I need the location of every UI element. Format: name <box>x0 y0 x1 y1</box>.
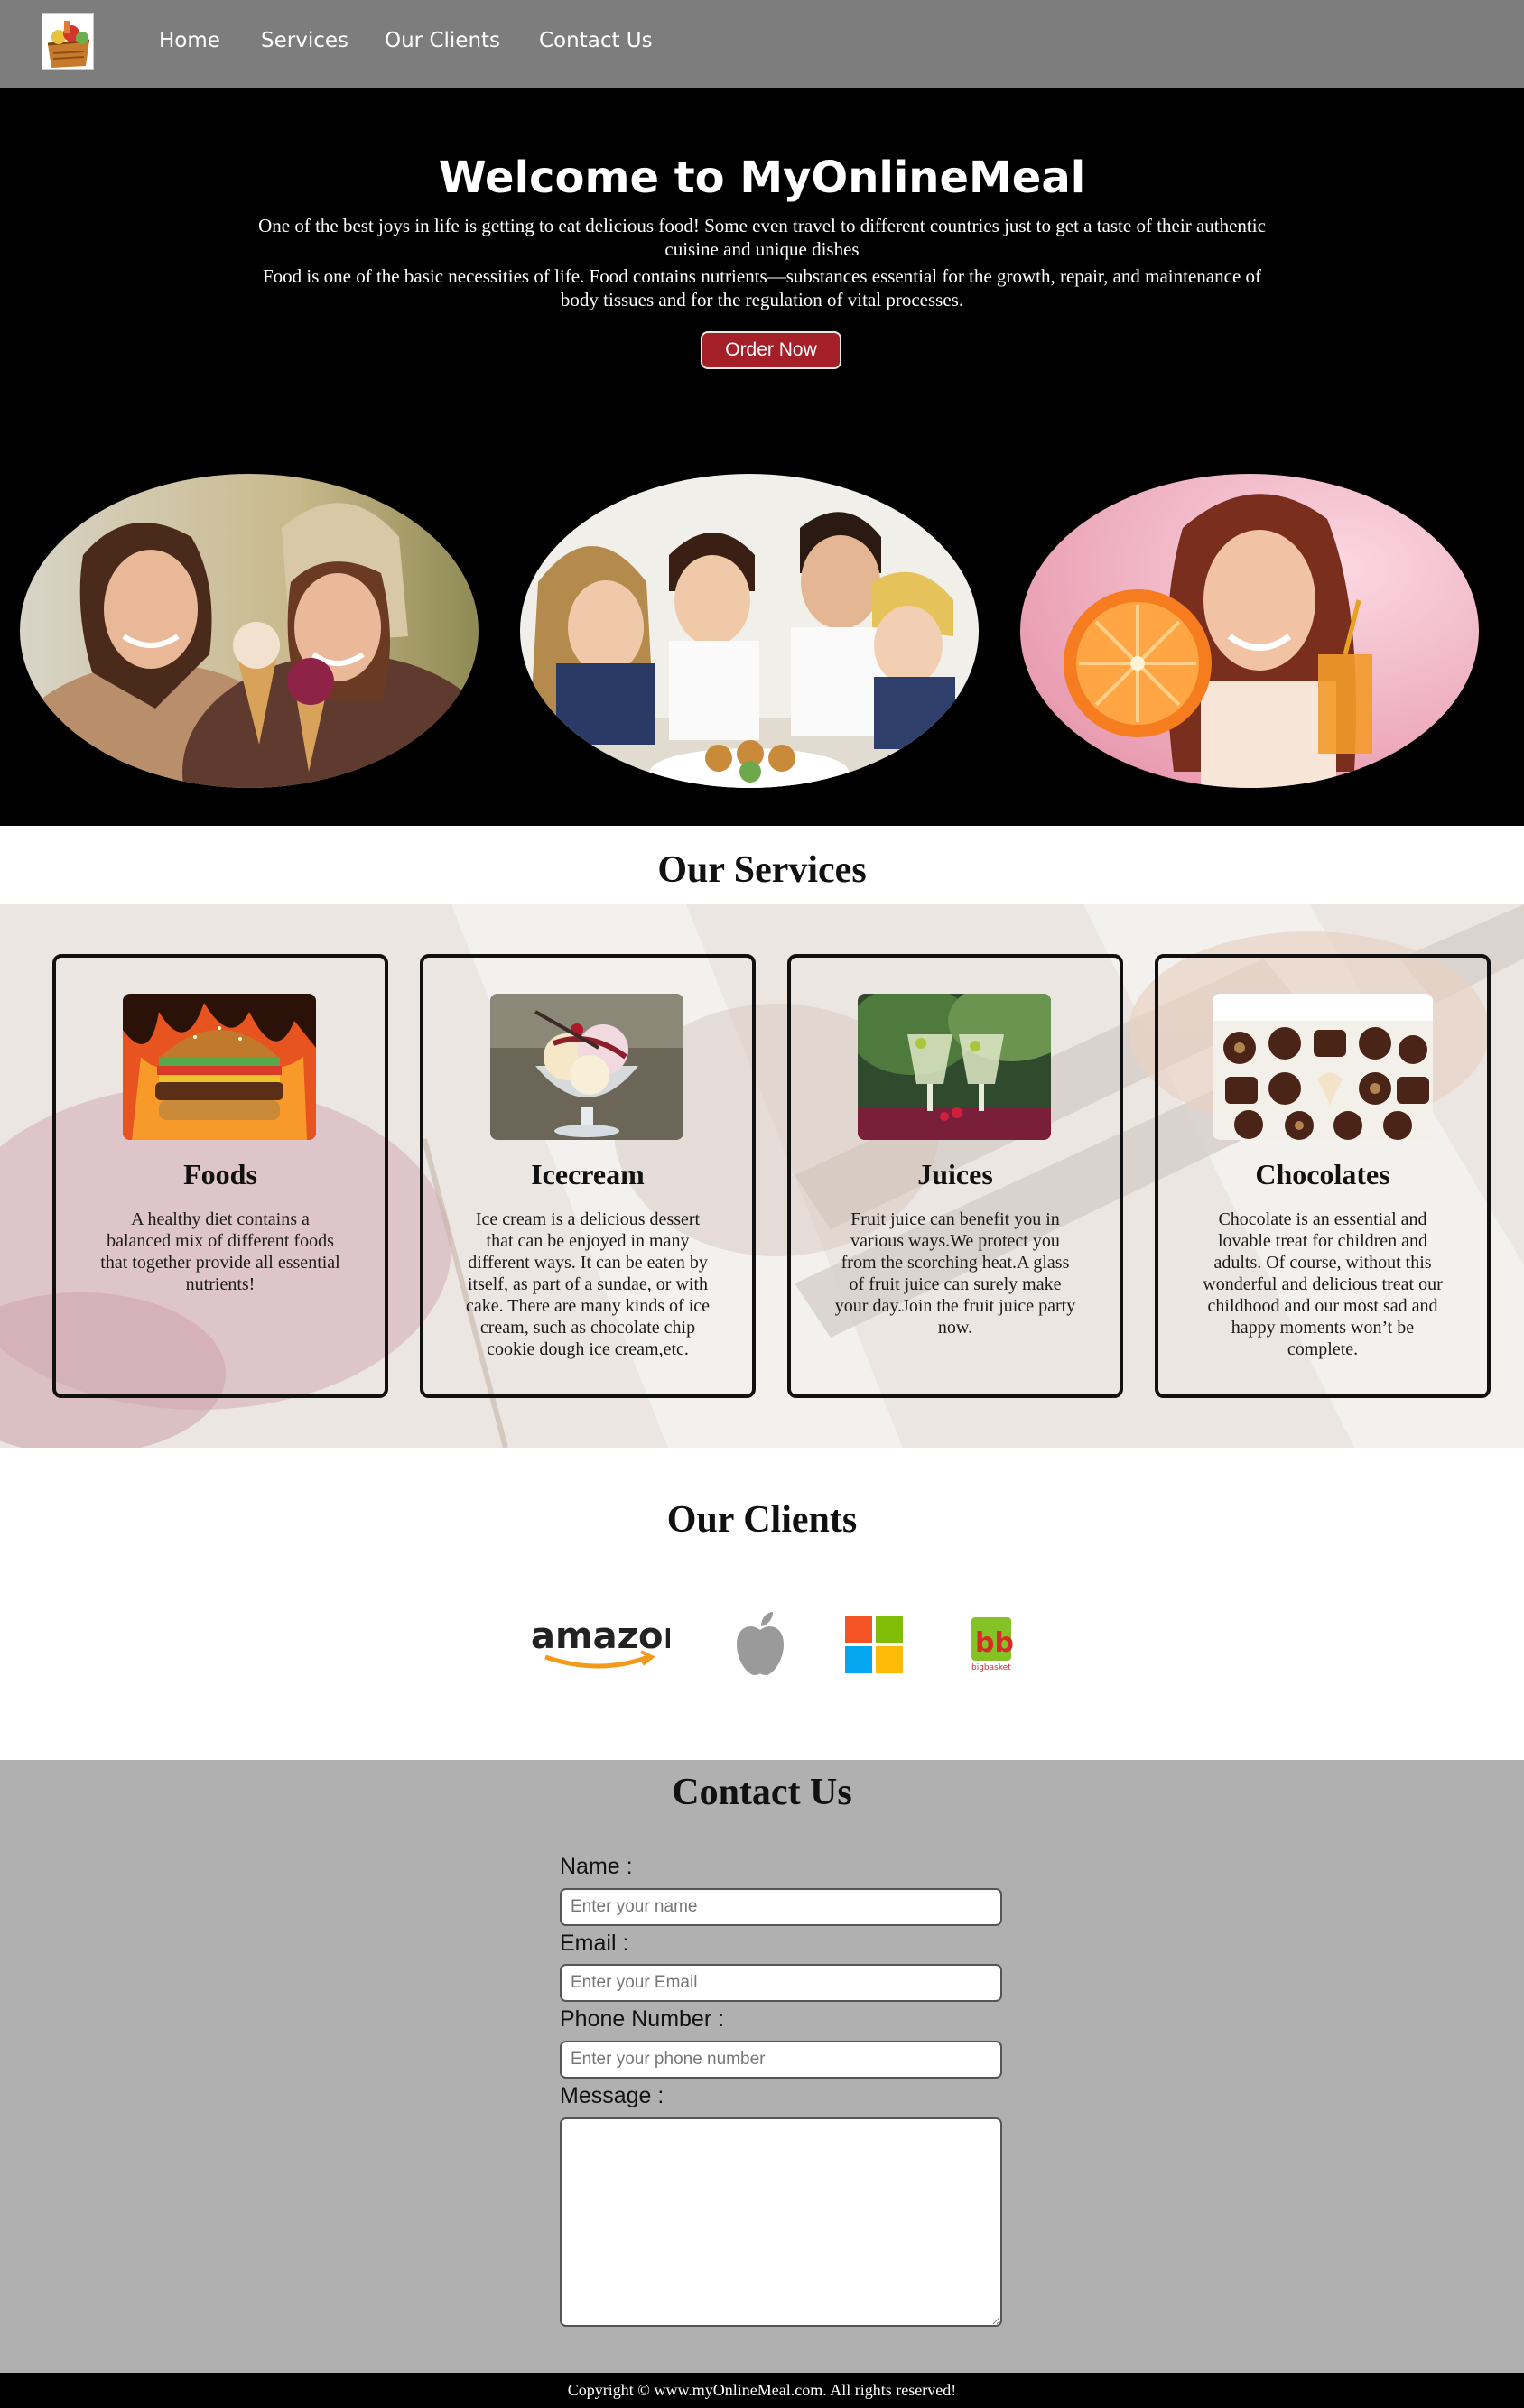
service-card-icecream: Icecream Ice cream is a delicious desser… <box>420 954 756 1398</box>
service-card-title: Chocolates <box>1255 1158 1390 1190</box>
juice-glasses-photo <box>858 994 1051 1140</box>
service-card-text: Fruit juice can benefit you in various w… <box>834 1209 1076 1338</box>
woman-with-orange-juice-photo <box>1020 474 1479 788</box>
message-label: Message : <box>560 2083 664 2108</box>
navbar: Home Services Our Clients Contact Us <box>0 0 1524 88</box>
nav-home-link[interactable]: Home <box>159 29 220 52</box>
service-card-text: A healthy diet contains a balanced mix o… <box>100 1209 340 1294</box>
service-card-text: Ice cream is a delicious dessert that ca… <box>465 1209 711 1359</box>
service-card-juices: Juices Fruit juice can benefit you in va… <box>787 954 1123 1398</box>
nav-our-clients-link[interactable]: Our Clients <box>385 29 500 52</box>
family-eating-burgers-photo <box>520 474 979 788</box>
service-card-text: Chocolate is an essential and lovable tr… <box>1203 1209 1443 1359</box>
amazon-logo[interactable]: amazon <box>529 1616 689 1670</box>
name-input[interactable] <box>560 1888 1002 1926</box>
order-now-button[interactable]: Order Now <box>701 331 841 369</box>
hero-paragraph-1: One of the best joys in life is getting … <box>258 215 1266 260</box>
microsoft-logo[interactable] <box>845 1616 903 1673</box>
nav-contact-us-link[interactable]: Contact Us <box>539 29 653 52</box>
hero-title: Welcome to MyOnlineMeal <box>438 153 1086 203</box>
message-textarea[interactable] <box>560 2117 1002 2327</box>
ice-cream-sundae-photo <box>490 994 683 1140</box>
chocolate-box-photo <box>1213 994 1433 1140</box>
svg-text:bb: bb <box>975 1627 1013 1659</box>
footer-copyright: Copyright © www.myOnlineMeal.com. All ri… <box>0 2373 1524 2408</box>
svg-text:bigbasket: bigbasket <box>971 1663 1011 1672</box>
phone-label: Phone Number : <box>560 2006 725 2032</box>
apple-logo[interactable] <box>733 1610 787 1677</box>
email-label: Email : <box>560 1931 629 1956</box>
svg-text:amazon: amazon <box>531 1617 670 1657</box>
burger-photo <box>123 994 316 1140</box>
friends-eating-ice-cream-photo <box>20 474 479 788</box>
phone-input[interactable] <box>560 2041 1002 2079</box>
service-card-title: Juices <box>917 1158 993 1190</box>
name-label: Name : <box>560 1854 633 1879</box>
food-basket-icon[interactable] <box>42 13 94 70</box>
hero-section: Welcome to MyOnlineMeal One of the best … <box>0 88 1524 826</box>
contact-section: Contact Us Name : Email : Phone Number :… <box>0 1760 1524 2373</box>
service-card-chocolates: Chocolates Chocolate is an essential and… <box>1155 954 1491 1398</box>
contact-title: Contact Us <box>672 1772 852 1813</box>
bigbasket-logo[interactable]: bb bigbasket <box>970 1617 1014 1673</box>
service-card-title: Foods <box>183 1158 257 1190</box>
hero-paragraph-2: Food is one of the basic necessities of … <box>262 265 1262 310</box>
service-card-title: Icecream <box>531 1158 645 1190</box>
service-card-foods: Foods A healthy diet contains a balanced… <box>52 954 388 1398</box>
services-title: Our Services <box>657 849 867 891</box>
clients-title: Our Clients <box>666 1499 858 1541</box>
services-section: Foods A healthy diet contains a balanced… <box>0 904 1524 1448</box>
email-input[interactable] <box>560 1964 1002 2002</box>
nav-services-link[interactable]: Services <box>261 29 348 52</box>
